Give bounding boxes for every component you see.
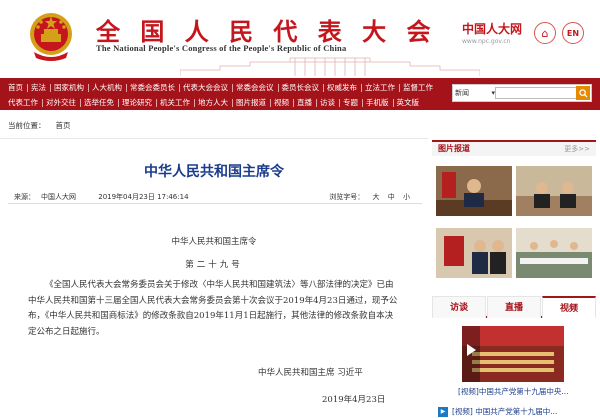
doc-signature: 中华人民共和国主席 习近平 xyxy=(258,368,363,378)
photo-image xyxy=(516,166,592,216)
npc-logo-url: www.npc.gov.cn xyxy=(462,38,511,45)
search-box: 新闻 ▾ xyxy=(452,84,592,102)
tab-interview[interactable]: 访谈 xyxy=(432,296,486,318)
tab-live[interactable]: 直播 xyxy=(487,296,541,318)
nav-item[interactable]: 常委会委员长 xyxy=(126,82,179,93)
nav-item[interactable]: 图片报道 xyxy=(232,97,270,108)
home-button[interactable]: ⌂ xyxy=(534,22,556,44)
publish-datetime: 2019年04月23日 17:46:14 xyxy=(98,193,189,201)
nav-item[interactable]: 常委会会议 xyxy=(232,82,278,93)
photo-report-header: 图片报道 更多>> xyxy=(432,140,596,156)
nav-item[interactable]: 宪法 xyxy=(27,82,50,93)
photo-thumb[interactable] xyxy=(516,166,592,216)
doc-sign-date: 2019年4月23日 xyxy=(322,395,386,405)
photo-report-title: 图片报道 xyxy=(438,144,470,153)
great-hall-skyline-icon xyxy=(180,57,480,76)
photo-image xyxy=(436,166,512,216)
site-header: 全 国 人 民 代 表 大 会 The National People's Co… xyxy=(0,0,600,76)
nav-item[interactable]: 对外交往 xyxy=(42,97,80,108)
npc-logo[interactable]: 中国人大网 www.npc.gov.cn xyxy=(462,20,522,45)
nav-item[interactable]: 监督工作 xyxy=(399,82,437,93)
nav-item[interactable]: 访谈 xyxy=(316,97,339,108)
nav-item[interactable]: 代表工作 xyxy=(4,97,42,108)
breadcrumb: 当前位置： 首页 xyxy=(8,120,71,131)
national-emblem-icon xyxy=(30,13,72,61)
nav-item[interactable]: 手机版 xyxy=(362,97,393,108)
video-thumbnail[interactable] xyxy=(462,326,564,382)
nav-item[interactable]: 国家机构 xyxy=(50,82,88,93)
nav-item[interactable]: 权威发布 xyxy=(323,82,361,93)
font-size-controls: 浏览字号： 大 中 小 xyxy=(329,192,416,202)
nav-item[interactable]: 立法工作 xyxy=(361,82,399,93)
source-label: 来源： xyxy=(14,193,35,201)
nav-item[interactable]: 直播 xyxy=(293,97,316,108)
video-list-item-label: [视频] 中国共产党第十九届中... xyxy=(452,407,558,416)
play-icon: ▶ xyxy=(438,406,448,417)
doc-body: 《全国人民代表大会常务委员会关于修改〈中华人民共和国建筑法〉等八部法律的决定》已… xyxy=(28,280,398,337)
nav-item[interactable]: 理论研究 xyxy=(118,97,156,108)
photo-thumb[interactable] xyxy=(436,166,512,216)
video-list-item[interactable]: ▶ [视频] 中国共产党第十九届中... xyxy=(438,406,594,417)
nav-item[interactable]: 专题 xyxy=(339,97,362,108)
more-link[interactable]: 更多>> xyxy=(564,144,590,154)
nav-item[interactable]: 英文版 xyxy=(392,97,424,108)
font-small-button[interactable]: 小 xyxy=(403,193,410,201)
search-category-select[interactable]: 新闻 ▾ xyxy=(455,87,495,99)
nav-row-1: 首页 宪法 国家机构 人大机构 常委会委员长 代表大会会议 常委会会议 委员长会… xyxy=(4,80,437,94)
nav-item[interactable]: 地方人大 xyxy=(194,97,232,108)
nav-item[interactable]: 代表大会会议 xyxy=(179,82,232,93)
nav-row-2: 代表工作 对外交往 选举任免 理论研究 机关工作 地方人大 图片报道 视频 直播… xyxy=(4,95,423,109)
breadcrumb-home-link[interactable]: 首页 xyxy=(56,120,71,131)
site-title-en: The National People's Congress of the Pe… xyxy=(96,43,347,53)
site-title: 全 国 人 民 代 表 大 会 xyxy=(96,17,437,46)
source-value: 中国人大网 xyxy=(41,193,76,201)
doc-title: 中华人民共和国主席令 xyxy=(171,237,257,247)
nav-item[interactable]: 视频 xyxy=(270,97,293,108)
video-caption[interactable]: [视频]中国共产党第十九届中央... xyxy=(458,386,594,397)
photo-image xyxy=(436,228,512,278)
article: 中华人民共和国主席令 来源： 中国人大网 2019年04月23日 17:46:14… xyxy=(0,138,428,418)
tab-video[interactable]: 视频 xyxy=(542,296,596,318)
media-tabs: 访谈 直播 视频 xyxy=(432,296,596,318)
search-button[interactable] xyxy=(576,86,590,100)
font-medium-button[interactable]: 中 xyxy=(388,193,395,201)
nav-item[interactable]: 选举任免 xyxy=(80,97,118,108)
photo-thumb[interactable] xyxy=(436,228,512,278)
home-icon: ⌂ xyxy=(541,26,549,40)
photo-thumb[interactable] xyxy=(516,228,592,278)
font-size-label: 浏览字号： xyxy=(329,193,365,201)
photo-image xyxy=(516,228,592,278)
nav-item[interactable]: 人大机构 xyxy=(88,82,126,93)
english-button[interactable]: EN xyxy=(562,22,584,44)
nav-item[interactable]: 机关工作 xyxy=(156,97,194,108)
search-category-value: 新闻 xyxy=(455,89,469,97)
npc-logo-text: 中国人大网 xyxy=(462,22,523,36)
article-title: 中华人民共和国主席令 xyxy=(144,164,284,180)
article-meta: 来源： 中国人大网 2019年04月23日 17:46:14 浏览字号： 大 中 … xyxy=(14,192,422,202)
video-image xyxy=(462,326,564,382)
divider xyxy=(8,203,422,204)
font-large-button[interactable]: 大 xyxy=(373,193,380,201)
nav-item[interactable]: 首页 xyxy=(4,82,27,93)
search-input[interactable] xyxy=(495,87,577,99)
nav-item[interactable]: 委员长会议 xyxy=(277,82,324,93)
english-label: EN xyxy=(566,28,580,38)
main-nav: 首页 宪法 国家机构 人大机构 常委会委员长 代表大会会议 常委会会议 委员长会… xyxy=(0,78,600,110)
search-icon xyxy=(578,88,588,98)
doc-number: 第二十九号 xyxy=(185,260,243,270)
breadcrumb-label: 当前位置： xyxy=(8,121,46,130)
